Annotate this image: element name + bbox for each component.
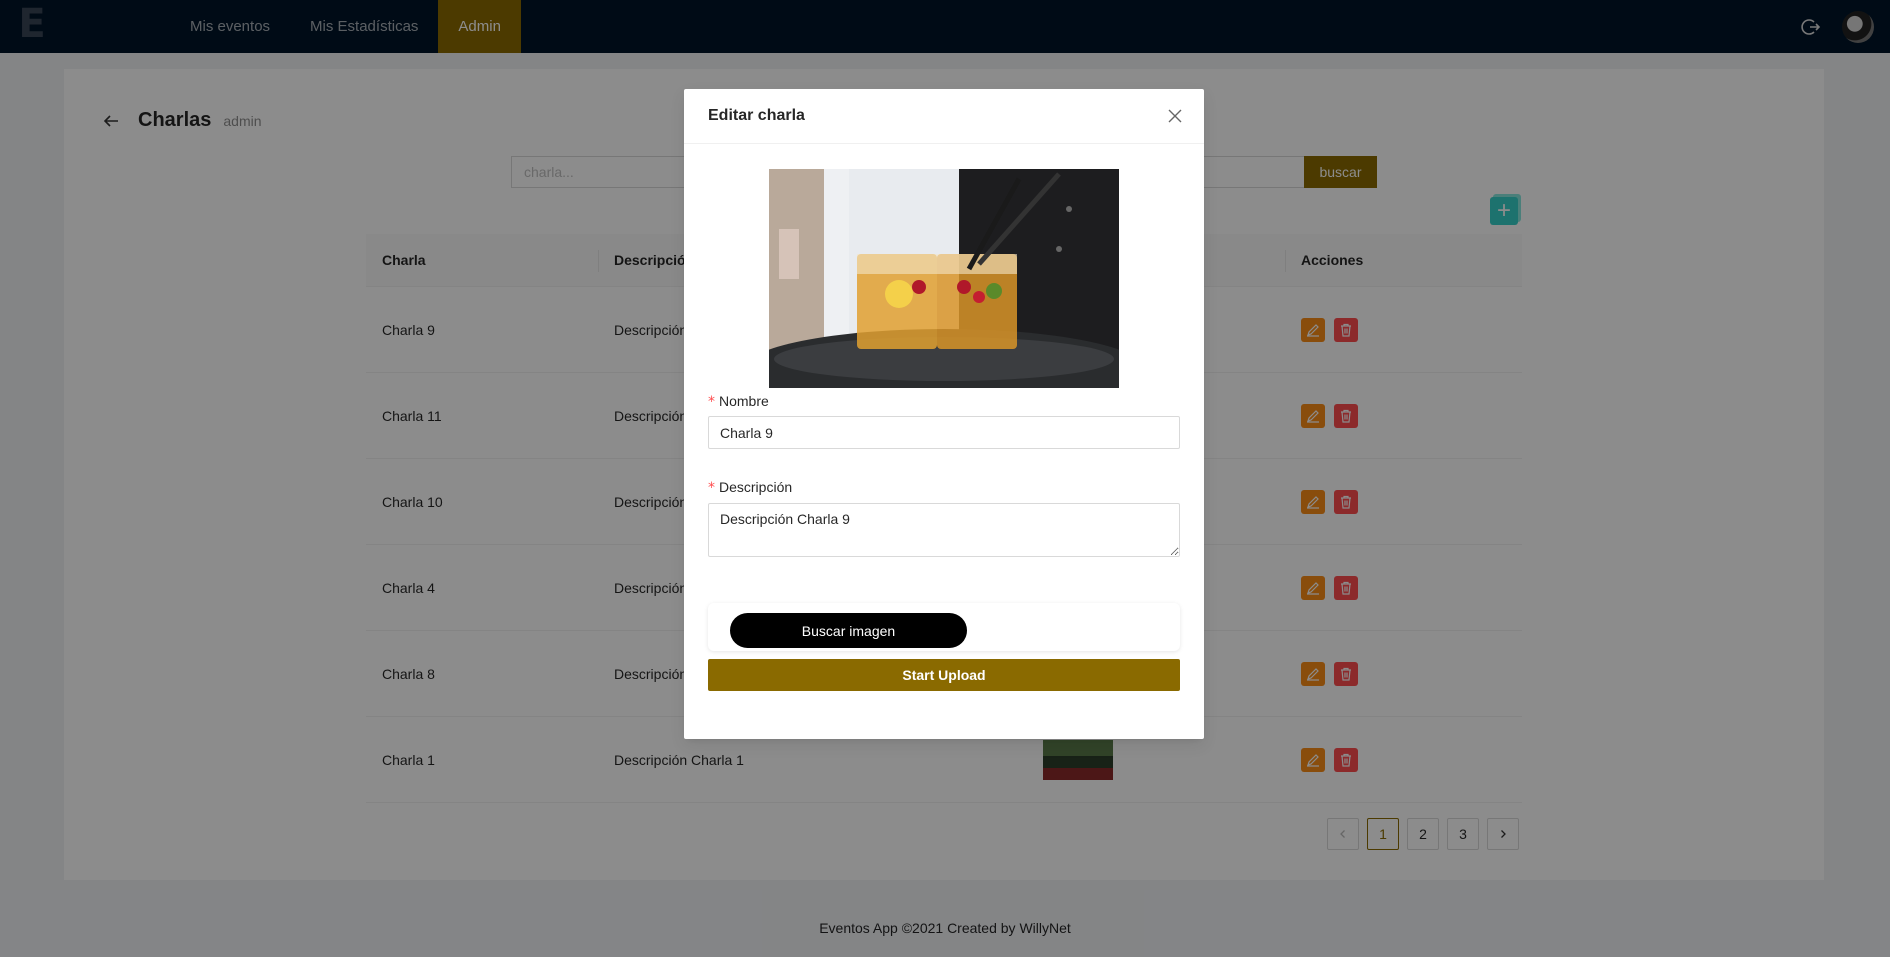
image-uploader: Buscar imagen [708, 603, 1180, 651]
descripcion-field[interactable]: Descripción Charla 9 [708, 503, 1180, 557]
modal-title: Editar charla [708, 107, 805, 124]
modal-header: Editar charla [684, 89, 1204, 144]
close-icon[interactable] [1166, 107, 1184, 125]
nombre-label: * Nombre [708, 393, 769, 410]
descripcion-label: * Descripción [708, 479, 793, 496]
start-upload-button[interactable]: Start Upload [708, 659, 1180, 691]
edit-charla-modal: Editar charla * Nombre Charla 9 * Descri… [684, 89, 1204, 739]
browse-image-button[interactable]: Buscar imagen [730, 613, 967, 648]
nombre-field[interactable] [708, 416, 1180, 449]
charla-image-preview [769, 169, 1119, 388]
